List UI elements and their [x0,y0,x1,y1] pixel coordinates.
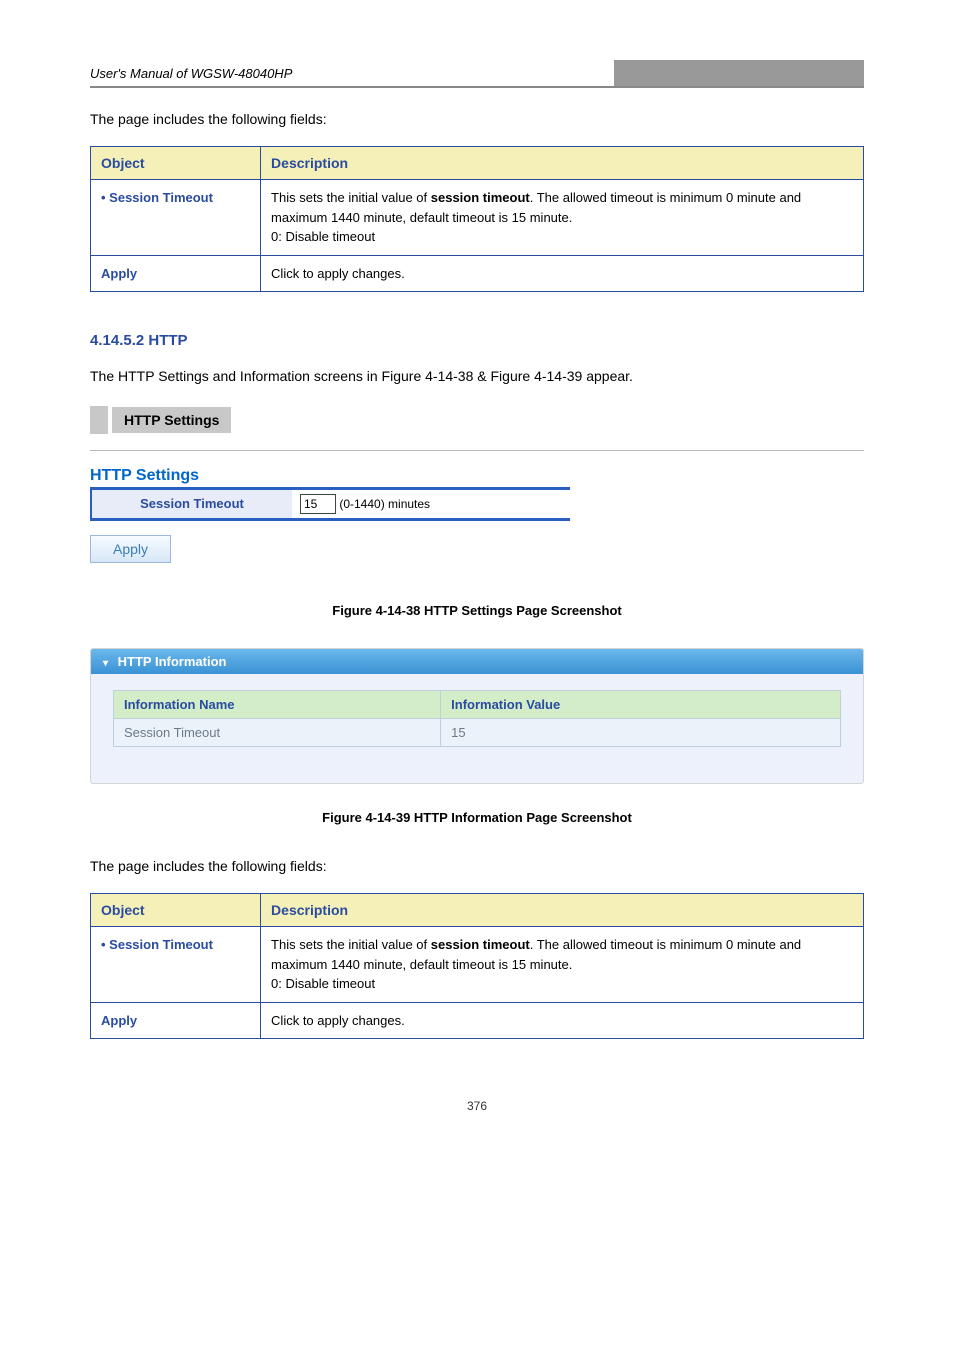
table2-row1-object: Apply [91,1002,261,1039]
session-timeout-range: (0-1440) minutes [339,497,430,511]
table1-row1-object: Apply [91,255,261,292]
figure-caption-1: Figure 4-14-38 HTTP Settings Page Screen… [90,603,864,618]
info-table: Information Name Information Value Sessi… [113,690,841,747]
http-information-card: ▾ HTTP Information Information Name Info… [90,648,864,784]
table-row: • Session Timeout This sets the initial … [91,180,864,256]
info-header-value: Information Value [441,690,841,718]
section-paragraph: The HTTP Settings and Information screen… [90,365,864,387]
info-row-name: Session Timeout [114,718,441,746]
table1-row0-desc: This sets the initial value of session t… [261,180,864,256]
breadcrumb-label: HTTP Settings [112,407,231,433]
table1-header-description: Description [261,147,864,180]
table2-header-description: Description [261,894,864,927]
info-row-value: 15 [441,718,841,746]
table1-row0-object: • Session Timeout [91,180,261,256]
caret-down-icon: ▾ [103,658,108,669]
manual-title: User's Manual of WGSW-48040HP [90,66,614,81]
table2-row0-object: • Session Timeout [91,927,261,1003]
table-row: Session Timeout 15 [114,718,841,746]
info-header-name: Information Name [114,690,441,718]
info-card-title: HTTP Information [118,654,227,669]
table-row: • Session Timeout This sets the initial … [91,927,864,1003]
panel-rule [90,450,864,451]
table2-row1-desc: Click to apply changes. [261,1002,864,1039]
intro-paragraph: The page includes the following fields: [90,108,864,130]
table-row: Apply Click to apply changes. [91,1002,864,1039]
section-heading: 4.14.5.2 HTTP [90,332,864,349]
table1-row1-desc: Click to apply changes. [261,255,864,292]
table-row: Apply Click to apply changes. [91,255,864,292]
info-card-header[interactable]: ▾ HTTP Information [91,649,863,674]
figure-caption-2: Figure 4-14-39 HTTP Information Page Scr… [90,810,864,825]
fields-paragraph-2: The page includes the following fields: [90,855,864,877]
panel-title: HTTP Settings [90,467,864,485]
header-bar [614,60,864,86]
table1-header-object: Object [91,147,261,180]
session-timeout-label: Session Timeout [92,490,292,518]
fields-table-2: Object Description • Session Timeout Thi… [90,893,864,1039]
page-number: 376 [90,1099,864,1113]
session-timeout-input[interactable] [300,494,336,514]
apply-button[interactable]: Apply [90,535,171,563]
breadcrumb: HTTP Settings [90,406,864,434]
fields-table-1: Object Description • Session Timeout Thi… [90,146,864,292]
table2-row0-desc: This sets the initial value of session t… [261,927,864,1003]
header-rule [90,86,864,88]
table2-header-object: Object [91,894,261,927]
settings-table: Session Timeout (0-1440) minutes [92,490,570,518]
